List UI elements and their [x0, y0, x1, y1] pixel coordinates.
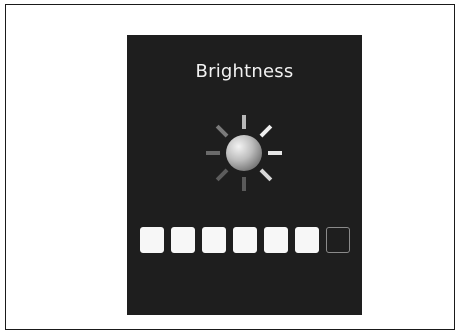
- screen-title: Brightness: [195, 61, 294, 82]
- level-segment-filled: [264, 227, 288, 253]
- sun-icon: [206, 115, 282, 191]
- level-segment-filled: [140, 227, 164, 253]
- brightness-screen: Brightness: [127, 35, 362, 315]
- level-segment-empty: [326, 227, 350, 253]
- level-segment-filled: [233, 227, 257, 253]
- level-segment-filled: [295, 227, 319, 253]
- level-segment-filled: [202, 227, 226, 253]
- figure-frame: Brightness: [5, 4, 455, 330]
- brightness-level-indicator[interactable]: [140, 227, 350, 253]
- level-segment-filled: [171, 227, 195, 253]
